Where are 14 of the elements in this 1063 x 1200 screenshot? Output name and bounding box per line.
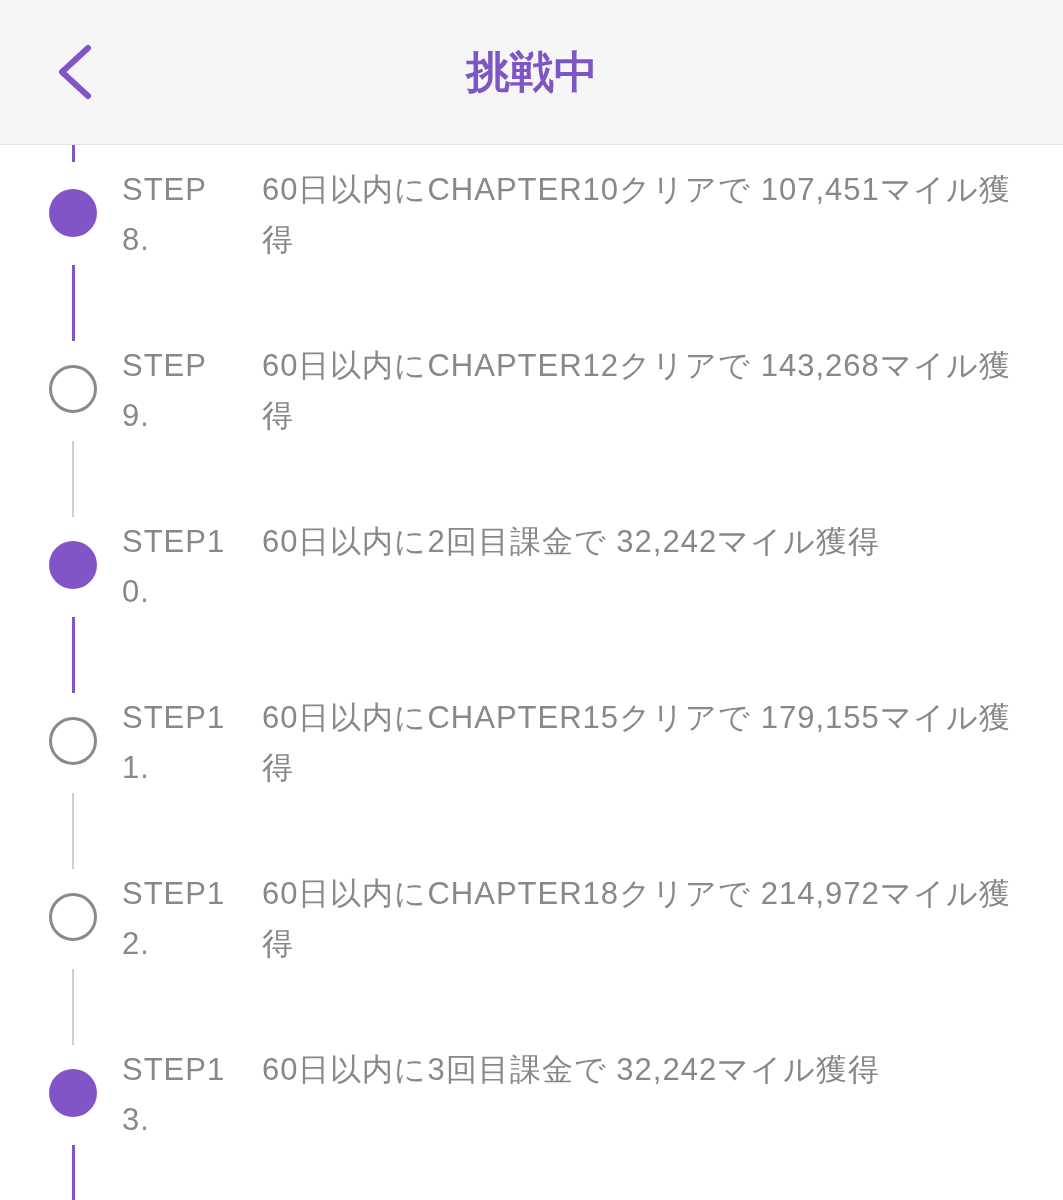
step-label: STEP12. xyxy=(122,875,227,963)
step-label: STEP 8. xyxy=(122,171,208,259)
page-title: 挑戦中 xyxy=(465,45,598,98)
step-label: STEP13. xyxy=(122,1051,227,1139)
step-description: 60日以内に2回目課金で 32,242マイル獲得 xyxy=(262,523,882,561)
step-label: STEP 9. xyxy=(122,347,208,435)
step-description: 60日以内にCHAPTER15クリアで 179,155マイル獲得 xyxy=(262,699,1012,787)
step-description: 60日以内にCHAPTER18クリアで 214,972マイル獲得 xyxy=(262,875,1012,963)
step-label: STEP11. xyxy=(122,699,227,787)
step-description: 60日以内にCHAPTER12クリアで 143,268マイル獲得 xyxy=(262,347,1012,435)
timeline-line xyxy=(71,1145,75,1200)
step-description: 60日以内にCHAPTER10クリアで 107,451マイル獲得 xyxy=(262,171,1012,259)
step-label: STEP10. xyxy=(122,523,227,611)
step-description: 60日以内に3回目課金で 32,242マイル獲得 xyxy=(262,1051,882,1089)
